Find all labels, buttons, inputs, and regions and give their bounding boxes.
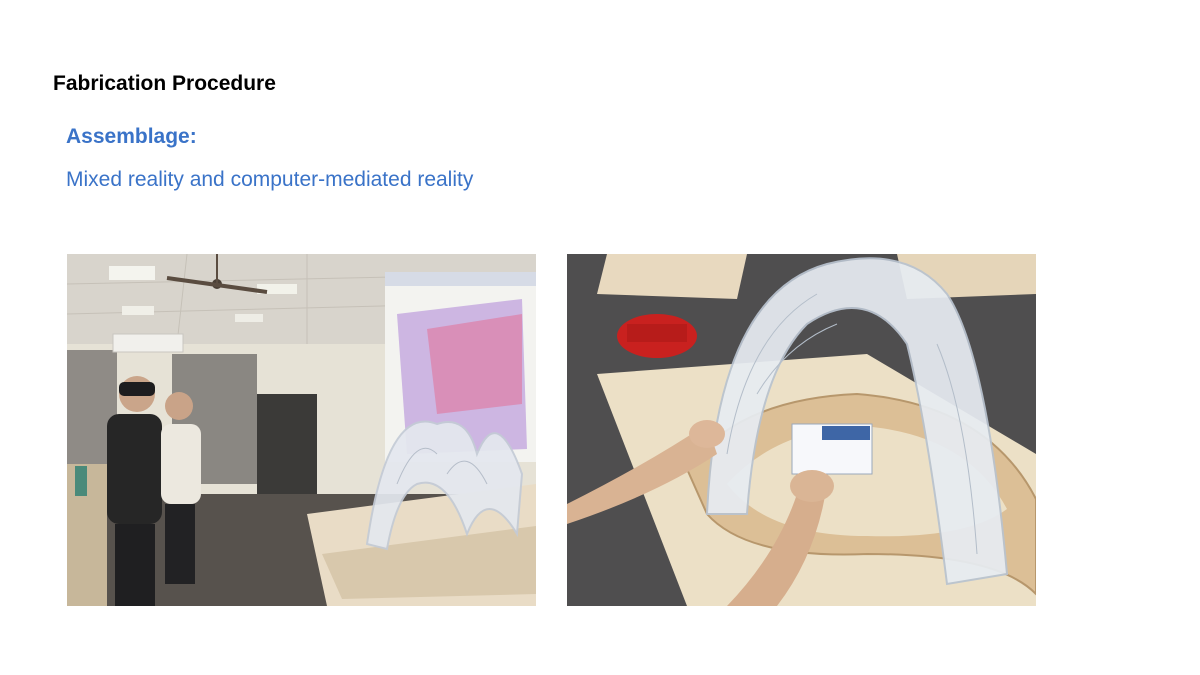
hands-holding-arch-photo [567,254,1036,606]
classroom-mixed-reality-photo [67,254,536,606]
slide: Fabrication Procedure Assemblage: Mixed … [0,0,1200,675]
section-subtext: Mixed reality and computer-mediated real… [66,168,474,191]
slide-title: Fabrication Procedure [53,72,276,95]
section-heading: Assemblage: [66,125,197,148]
